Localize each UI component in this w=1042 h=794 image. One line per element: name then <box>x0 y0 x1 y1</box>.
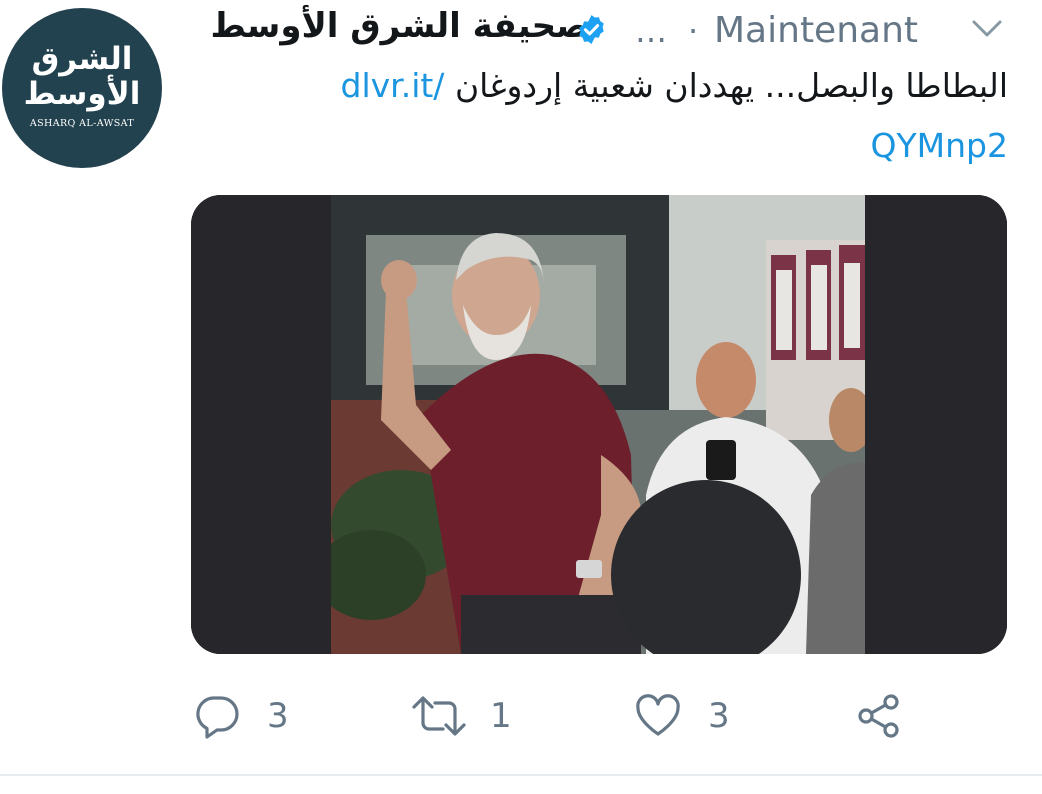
chevron-down-icon[interactable] <box>970 17 1004 41</box>
avatar-logo-line1: الشرق <box>31 41 133 77</box>
tweet-text-body: البطاطا والبصل... يهددان شعبية إردوغان <box>454 66 1008 105</box>
reply-icon <box>196 696 239 739</box>
video-frame-illustration <box>191 195 1007 654</box>
like-count: 3 <box>708 696 730 736</box>
separator-dot: · <box>688 12 699 50</box>
tweet-text: البطاطا والبصل... يهددان شعبية إردوغان d… <box>190 56 1008 176</box>
reply-button[interactable]: 3 <box>193 690 303 746</box>
tweet-header: صحيفة الشرق الأوسط … · Maintenant <box>190 2 1022 56</box>
retweet-icon <box>412 696 466 736</box>
reply-count: 3 <box>267 696 289 736</box>
tweet-link-part1[interactable]: dlvr.it/ <box>341 66 445 105</box>
tweet-text-line1: البطاطا والبصل... يهددان شعبية إردوغان d… <box>190 56 1008 116</box>
timestamp[interactable]: Maintenant <box>714 9 918 53</box>
tweet-link-part2[interactable]: QYMnp2 <box>871 126 1008 165</box>
display-name[interactable]: صحيفة الشرق الأوسط <box>210 4 589 48</box>
avatar-logo-english: ASHARQ AL-AWSAT <box>29 118 135 129</box>
tweet-divider <box>0 774 1042 776</box>
tweet-media-video[interactable] <box>191 195 1007 654</box>
retweet-count: 1 <box>490 696 512 736</box>
avatar-logo-line2: الأوسط <box>23 76 141 112</box>
share-icon <box>858 694 899 738</box>
retweet-button[interactable]: 1 <box>410 690 520 746</box>
heart-icon <box>636 694 680 736</box>
tweet-text-line2: QYMnp2 <box>190 116 1008 176</box>
tweet[interactable]: الشرق الأوسط ASHARQ AL-AWSAT صحيفة الشرق… <box>0 0 1042 794</box>
tweet-actions: 3 1 3 <box>0 690 1042 746</box>
name-truncation: … <box>635 12 667 50</box>
avatar[interactable]: الشرق الأوسط ASHARQ AL-AWSAT <box>2 8 162 168</box>
like-button[interactable]: 3 <box>634 690 744 746</box>
share-button[interactable] <box>855 690 905 746</box>
verified-badge-icon <box>579 15 604 44</box>
